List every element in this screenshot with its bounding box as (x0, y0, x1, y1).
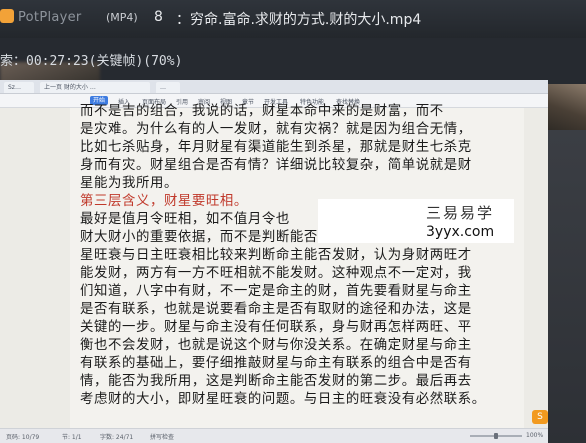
text-line: 情，能否为我所用，这是判断命主能否发财的第二步。最后再去 (80, 374, 472, 389)
text-line: 衡也不会发财，也就是说这个财与你没关系。在确定财星与命主 (80, 338, 472, 353)
document-tab-active[interactable]: 上一页 财的大小 … (40, 82, 150, 93)
video-right-panel (548, 130, 586, 443)
text-line: 是否有联系，也就是说要看命主是否有取财的途径和办法，这是 (80, 302, 472, 317)
text-line: 有联系的基础上，要仔细推敲财星与命主有联系的组合中是否有 (80, 356, 472, 371)
text-line: 是灾难。为什么有的人一发财，就有灾祸？就是因为组合无情， (80, 122, 472, 137)
playlist-index: 8 (154, 9, 163, 25)
document-tab[interactable]: … (156, 82, 180, 93)
watermark-url: 3yyx.com (426, 224, 495, 240)
document-tab[interactable]: Sz… (4, 82, 34, 93)
text-line: 星旺衰与日主旺衰相比较来判断命主能否发财，认为身财两旺才 (80, 248, 472, 263)
text-line: 最好是值月令旺相，如不值月令也 (80, 212, 290, 227)
status-page: 页码: 10/79 (6, 434, 40, 441)
input-method-icon[interactable]: S (532, 410, 548, 424)
presenter-webcam-overlay (544, 84, 586, 130)
media-format: (MP4) (106, 11, 138, 24)
document-page: 而不是吉的组合，我说的话，财星本命中来的是财富，而不 是灾难。为什么有的人一发财… (70, 104, 524, 428)
document-status-bar: 页码: 10/79 节: 1/1 字数: 24/71 拼写检查 100% (0, 428, 548, 443)
watermark-title: 三易易学 (426, 204, 495, 222)
document-viewer: Sz… 上一页 财的大小 … … 开始 插入 页面布局 引用 审阅 视图 章节 … (0, 80, 548, 443)
zoom-level: 100% (526, 432, 544, 439)
section-heading: 第三层含义，财星要旺相。 (80, 194, 248, 209)
media-file-name: ：穷命.富命.求财的方式.财的大小.mp4 (176, 12, 422, 28)
text-line: 们知道，八字中有财，不一定是命主的财，首先要看财星与命主 (80, 284, 472, 299)
zoom-slider-handle[interactable] (494, 433, 498, 439)
text-line: 而不是吉的组合，我说的话，财星本命中来的是财富，而不 (80, 104, 444, 119)
watermark-box: 三易易学 3yyx.com (318, 199, 514, 243)
text-line: 关键的一步。财星与命主没有任何联系，身与财再怎样两旺、平 (80, 320, 472, 335)
text-line: 比如七杀贴身，年月财星有渠道能生到杀星，那就是财生七杀克 (80, 140, 472, 155)
status-section: 节: 1/1 (62, 434, 82, 441)
status-spellcheck[interactable]: 拼写检查 (150, 432, 174, 441)
player-title-bar: PotPlayer (MP4) 8 ：穷命.富命.求财的方式.财的大小.mp4 (0, 0, 586, 38)
text-line: 星能为我所用。 (80, 176, 178, 191)
status-words: 字数: 24/71 (100, 434, 134, 441)
app-name: PotPlayer (18, 10, 82, 25)
document-tab-bar: Sz… 上一页 财的大小 … … (0, 80, 548, 94)
text-line: 能发财，两方有一方不旺相就不能发财。这种观点不一定对，我 (80, 266, 472, 281)
text-line: 考虑财的大小，即财星旺衰的问题。与日主的旺衰没有必然联系。 (80, 392, 486, 407)
text-line: 财大财小的重要依据，而不是判断能否 (80, 230, 318, 245)
text-line: 身而有灾。财星组合是否有情？详细说比较复杂，简单说就是财 (80, 158, 472, 173)
potplayer-logo-icon[interactable] (0, 9, 14, 23)
seek-osd-text: 索：00:27:23(关键帧)(70%) (0, 54, 183, 69)
